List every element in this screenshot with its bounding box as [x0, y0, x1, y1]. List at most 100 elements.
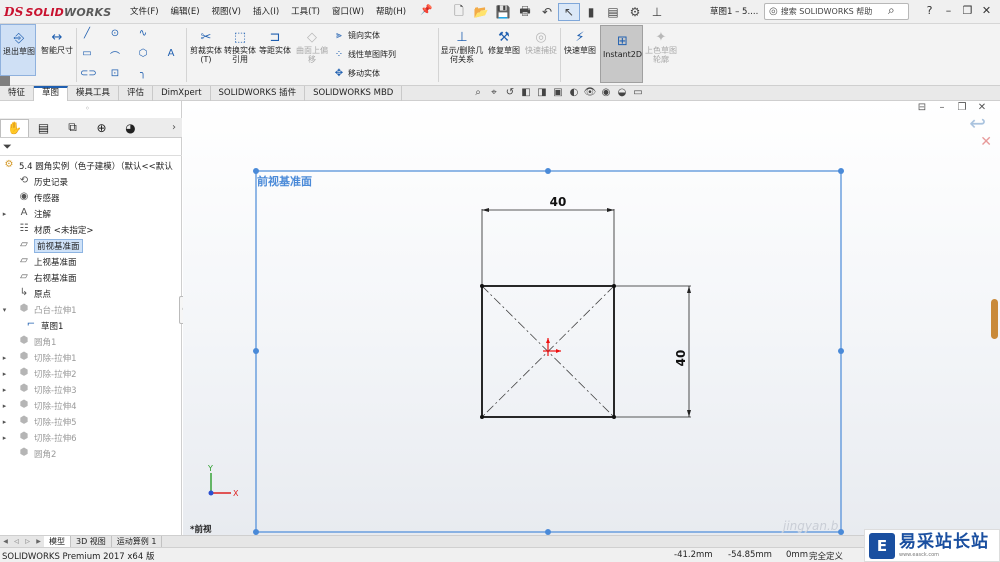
sketch-point[interactable]	[612, 284, 616, 288]
command-tab-0[interactable]: 特征	[0, 86, 35, 101]
doc-minimize-icon[interactable]: –	[932, 102, 952, 113]
property-manager-tab-icon[interactable]: ▤	[29, 119, 58, 137]
command-tab-3[interactable]: 评估	[119, 86, 154, 101]
expand-arrow-icon[interactable]: ▸	[0, 434, 9, 442]
configuration-manager-tab-icon[interactable]: ⧉	[58, 119, 87, 137]
tree-item-fillet1[interactable]: ⬢ 圆角1	[8, 334, 57, 349]
section-view-icon[interactable]: ◧	[518, 87, 534, 98]
menu-file[interactable]: 文件(F)	[130, 5, 159, 17]
search-icon[interactable]: ⌕	[888, 3, 895, 18]
view-settings-icon[interactable]: ▭	[630, 87, 646, 98]
plane-handle[interactable]	[838, 168, 844, 174]
sketch-point[interactable]	[612, 415, 616, 419]
expand-arrow-icon[interactable]: ▸	[0, 418, 9, 426]
tree-item-origin[interactable]: ↳ 原点	[8, 286, 51, 301]
tree-item-sensors[interactable]: ◉ 传感器	[8, 190, 60, 205]
collapse-arrow-icon[interactable]: ▾	[0, 306, 9, 314]
minimize-icon[interactable]: –	[939, 4, 958, 17]
quick-snaps-button[interactable]: ◎ 快速捕捉	[524, 28, 558, 56]
tree-item-top-plane[interactable]: ▱ 上视基准面	[8, 254, 76, 269]
linear-pattern-button[interactable]: ⁘ 线性草图阵列	[332, 49, 396, 60]
prev-tab-icon[interactable]: ◁	[11, 538, 22, 545]
panel-grip-icon[interactable]: ◦	[85, 104, 90, 113]
command-tab-6[interactable]: SOLIDWORKS MBD	[305, 86, 403, 101]
tab-motion-study[interactable]: 运动算例 1	[112, 536, 163, 547]
sketch-point[interactable]	[480, 415, 484, 419]
tree-item-cut-extrude-1[interactable]: ▸ ⬢ 切除-拉伸1	[0, 350, 77, 365]
undo-icon[interactable]: ↶	[536, 3, 558, 21]
command-tab-5[interactable]: SOLIDWORKS 插件	[211, 86, 306, 101]
pin-icon[interactable]: 📌	[420, 5, 432, 16]
save-icon[interactable]: 💾	[492, 3, 514, 21]
filter-icon[interactable]: ⏷	[3, 140, 12, 154]
tile-view-icon[interactable]: ⊟	[912, 102, 932, 113]
expand-arrow-icon[interactable]: ▸	[0, 370, 9, 378]
menu-edit[interactable]: 编辑(E)	[171, 5, 200, 17]
plane-handle[interactable]	[253, 348, 259, 354]
view-orientation-icon[interactable]: ▣	[550, 87, 566, 98]
close-icon[interactable]: ✕	[977, 4, 996, 17]
restore-icon[interactable]: ❐	[958, 4, 977, 17]
rectangle-tool[interactable]: ▭	[80, 48, 96, 59]
tree-item-cut-extrude-5[interactable]: ▸ ⬢ 切除-拉伸5	[0, 414, 77, 429]
dimxpert-manager-tab-icon[interactable]: ⊕	[87, 119, 116, 137]
open-folder-icon[interactable]: 📂	[470, 3, 492, 21]
offset-on-surface-button[interactable]: ◇ 曲面上偏移	[295, 28, 329, 65]
vertical-dimension-value[interactable]: 40	[674, 350, 688, 367]
display-manager-tab-icon[interactable]: ◕	[116, 119, 145, 137]
tree-item-material[interactable]: ☷ 材质 <未指定>	[8, 222, 94, 237]
command-tab-4[interactable]: DimXpert	[153, 86, 211, 101]
expand-arrow-icon[interactable]: ▸	[0, 386, 9, 394]
slot-tool[interactable]: ⊂⊃	[80, 68, 97, 79]
expand-arrow-icon[interactable]: ▸	[0, 402, 9, 410]
plane-handle[interactable]	[838, 348, 844, 354]
point-tool[interactable]: ⊡	[108, 68, 124, 79]
file-properties-icon[interactable]: ▤	[602, 3, 624, 21]
menu-tools[interactable]: 工具(T)	[291, 5, 320, 17]
chevron-right-icon[interactable]: ›	[172, 122, 176, 133]
zoom-to-fit-icon[interactable]: ⌕	[470, 87, 486, 98]
tree-root-part[interactable]: ⚙ 5.4 圆角实例（色子建模）（默认<<默认	[2, 158, 173, 173]
feature-manager-tab-icon[interactable]: ✋	[0, 118, 29, 137]
apply-scene-icon[interactable]: ◒	[614, 87, 630, 98]
dynamic-annotation-icon[interactable]: ◨	[534, 87, 550, 98]
confirmation-corner-exit-icon[interactable]: ↩	[969, 111, 986, 135]
instant2d-button[interactable]: ⊞ Instant2D	[600, 25, 643, 83]
help-search-input[interactable]: 搜索 SOLIDWORKS 帮助	[781, 6, 873, 17]
command-tab-1[interactable]: 草图	[34, 86, 69, 101]
traffic-light-icon[interactable]: ▮	[580, 3, 602, 21]
fillet-tool[interactable]: ╮	[136, 68, 152, 79]
display-style-icon[interactable]: ◐	[566, 87, 582, 98]
shaded-sketch-contours-button[interactable]: ✦ 上色草图轮廓	[644, 28, 678, 65]
polygon-tool[interactable]: ⬡	[136, 48, 152, 59]
repair-sketch-button[interactable]: ⚒ 修复草图	[486, 28, 522, 56]
tree-item-cut-extrude-2[interactable]: ▸ ⬢ 切除-拉伸2	[0, 366, 77, 381]
options-gear-icon[interactable]: ⚙	[624, 3, 646, 21]
graphics-area[interactable]: 40 40 Y X 前视基准面 *前视 ⊟ – ❐ ✕ ↩ ✕ jingyan.…	[183, 101, 1000, 535]
tree-item-boss-extrude[interactable]: ▾ ⬢ 凸台-拉伸1	[0, 302, 77, 317]
spline-tool[interactable]: ∿	[136, 28, 152, 39]
offset-entities-button[interactable]: ⊐ 等距实体	[259, 28, 291, 56]
solidworks-logo[interactable]: DS SOLID WORKS	[4, 3, 111, 21]
expand-arrow-icon[interactable]: ▸	[0, 210, 9, 218]
move-entities-button[interactable]: ✥ 移动实体	[332, 68, 380, 79]
first-tab-icon[interactable]: ◀	[0, 538, 11, 545]
tree-item-right-plane[interactable]: ▱ 右视基准面	[8, 270, 76, 285]
mirror-entities-button[interactable]: ⫸ 镜向实体	[332, 30, 380, 41]
zoom-area-icon[interactable]: ⌖	[486, 87, 502, 98]
tree-item-cut-extrude-3[interactable]: ▸ ⬢ 切除-拉伸3	[0, 382, 77, 397]
convert-entities-button[interactable]: ⬚ 转换实体引用	[223, 28, 257, 65]
trim-entities-button[interactable]: ✂ 剪裁实体(T)	[189, 28, 223, 65]
tree-item-front-plane[interactable]: ▱ 前视基准面	[8, 238, 83, 253]
text-tool[interactable]: A	[164, 48, 180, 59]
circle-tool[interactable]: ⊙	[108, 28, 124, 39]
tree-item-sketch1[interactable]: ⌐ 草图1	[24, 318, 64, 333]
next-tab-icon[interactable]: ▷	[22, 538, 33, 545]
line-tool[interactable]: ╱	[80, 28, 96, 39]
new-document-icon[interactable]: 🗋	[448, 3, 470, 21]
previous-view-icon[interactable]: ↺	[502, 87, 518, 98]
tab-3d-views[interactable]: 3D 视图	[71, 536, 112, 547]
smart-dimension-button[interactable]: ↔ 智能尺寸	[40, 28, 74, 56]
plane-handle[interactable]	[545, 168, 551, 174]
tree-item-cut-extrude-6[interactable]: ▸ ⬢ 切除-拉伸6	[0, 430, 77, 445]
